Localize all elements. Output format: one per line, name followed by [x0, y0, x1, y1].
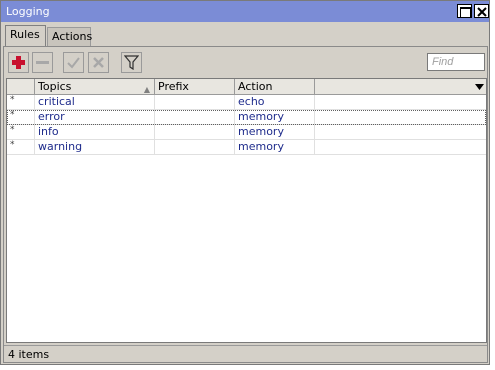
check-icon: [67, 57, 80, 69]
tab-rules[interactable]: Rules: [5, 25, 46, 47]
chevron-down-icon: [475, 84, 484, 90]
x-icon: [93, 57, 104, 68]
row-empty: [315, 110, 475, 125]
filter-button[interactable]: [121, 52, 142, 73]
maximize-button[interactable]: [457, 4, 472, 18]
close-button[interactable]: [474, 4, 489, 18]
column-header-action[interactable]: Action: [235, 79, 315, 95]
status-bar: 4 items: [4, 345, 487, 362]
table-row[interactable]: * error memory: [7, 110, 486, 125]
add-button[interactable]: [8, 52, 29, 73]
rules-panel: Topics ▲ Prefix Action * critical echo: [3, 46, 488, 363]
find-input[interactable]: [427, 53, 485, 71]
row-prefix: [155, 125, 235, 140]
row-prefix: [155, 140, 235, 155]
table-row[interactable]: * warning memory: [7, 140, 486, 155]
item-count: 4 items: [8, 348, 50, 361]
row-topics: info: [35, 125, 155, 140]
close-icon: [477, 7, 487, 17]
column-header-topics[interactable]: Topics ▲: [35, 79, 155, 95]
plus-icon: [12, 56, 25, 69]
rules-table: Topics ▲ Prefix Action * critical echo *…: [6, 78, 487, 343]
column-header-flag[interactable]: [7, 79, 35, 95]
row-action: memory: [235, 125, 315, 140]
row-empty: [315, 140, 475, 155]
title-bar[interactable]: Logging: [1, 1, 489, 22]
row-flag: *: [7, 110, 35, 125]
filter-icon: [124, 55, 139, 70]
row-empty: [315, 125, 475, 140]
column-header-prefix[interactable]: Prefix: [155, 79, 235, 95]
column-menu-button[interactable]: [474, 79, 486, 95]
table-row[interactable]: * critical echo: [7, 95, 486, 110]
remove-button[interactable]: [32, 52, 53, 73]
logging-window: Logging Rules Actions Find Topics ▲ Pref…: [0, 0, 490, 365]
enable-button[interactable]: [63, 52, 84, 73]
row-topics: critical: [35, 95, 155, 110]
column-header-empty: [315, 79, 475, 95]
table-row[interactable]: * info memory: [7, 125, 486, 140]
row-flag: *: [7, 140, 35, 155]
row-flag: *: [7, 95, 35, 110]
row-empty: [315, 95, 475, 110]
row-flag: *: [7, 125, 35, 140]
row-action: memory: [235, 140, 315, 155]
column-header-topics-label: Topics: [38, 80, 72, 93]
disable-button[interactable]: [88, 52, 109, 73]
tab-actions[interactable]: Actions: [47, 27, 92, 47]
table-header: Topics ▲ Prefix Action: [7, 79, 486, 95]
row-prefix: [155, 95, 235, 110]
row-action: memory: [235, 110, 315, 125]
row-topics: warning: [35, 140, 155, 155]
row-action: echo: [235, 95, 315, 110]
window-title: Logging: [6, 5, 50, 18]
row-topics: error: [35, 110, 155, 125]
row-prefix: [155, 110, 235, 125]
minus-icon: [36, 61, 49, 64]
